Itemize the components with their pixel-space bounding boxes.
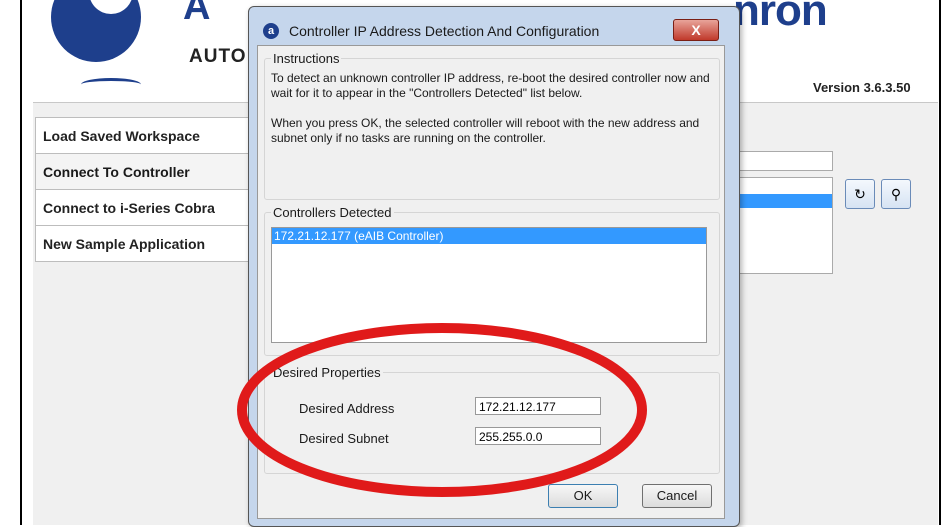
refresh-button[interactable]: ↻ bbox=[845, 179, 875, 209]
instructions-title: Instructions bbox=[271, 51, 342, 66]
instructions-text: To detect an unknown controller IP addre… bbox=[271, 71, 719, 146]
desired-subnet-label: Desired Subnet bbox=[299, 431, 389, 446]
brand-subtitle: AUTO bbox=[189, 46, 247, 67]
sidebar-item-load-workspace[interactable]: Load Saved Workspace bbox=[35, 117, 251, 154]
sidebar-item-connect-controller[interactable]: Connect To Controller bbox=[35, 153, 251, 190]
controllers-detected-group: Controllers Detected 172.21.12.177 (eAIB… bbox=[264, 205, 720, 356]
ip-config-dialog: a Controller IP Address Detection And Co… bbox=[248, 6, 740, 527]
instructions-line-1: To detect an unknown controller IP addre… bbox=[271, 71, 710, 100]
dialog-title: Controller IP Address Detection And Conf… bbox=[289, 23, 600, 39]
brand-text-left: A bbox=[183, 0, 211, 28]
brand-text-right: nron bbox=[733, 0, 828, 35]
connection-panel: ↻ ⚲ bbox=[723, 117, 933, 274]
sidebar: Load Saved Workspace Connect To Controll… bbox=[35, 117, 251, 262]
sidebar-item-label: Connect to i-Series Cobra bbox=[43, 200, 215, 216]
sidebar-item-label: Connect To Controller bbox=[43, 164, 190, 180]
sidebar-item-new-sample[interactable]: New Sample Application bbox=[35, 225, 251, 262]
sidebar-item-connect-iseries[interactable]: Connect to i-Series Cobra bbox=[35, 189, 251, 226]
desired-properties-title: Desired Properties bbox=[271, 365, 383, 380]
sidebar-item-label: Load Saved Workspace bbox=[43, 128, 200, 144]
cancel-button[interactable]: Cancel bbox=[642, 484, 712, 508]
dialog-titlebar[interactable]: a Controller IP Address Detection And Co… bbox=[257, 13, 727, 41]
address-input[interactable] bbox=[731, 151, 833, 171]
app-window: A AUTO nron Version 3.6.3.50 Load Saved … bbox=[0, 0, 941, 527]
desired-subnet-field[interactable]: 255.255.0.0 bbox=[475, 427, 601, 445]
instructions-line-2: When you press OK, the selected controll… bbox=[271, 116, 700, 145]
refresh-icon: ↻ bbox=[854, 186, 866, 202]
version-label: Version 3.6.3.50 bbox=[813, 80, 911, 95]
desired-address-label: Desired Address bbox=[299, 401, 395, 416]
desired-address-field[interactable]: 172.21.12.177 bbox=[475, 397, 601, 415]
logo-swoosh bbox=[81, 78, 141, 91]
left-border bbox=[20, 0, 22, 525]
desired-properties-group: Desired Properties Desired Address 172.2… bbox=[264, 365, 720, 474]
search-button[interactable]: ⚲ bbox=[881, 179, 911, 209]
search-icon: ⚲ bbox=[890, 186, 902, 202]
app-icon: a bbox=[263, 23, 279, 39]
sidebar-item-label: New Sample Application bbox=[43, 236, 206, 252]
controllers-list[interactable]: 172.21.12.177 (eAIB Controller) bbox=[271, 227, 707, 343]
ok-button[interactable]: OK bbox=[548, 484, 618, 508]
dialog-body: Instructions To detect an unknown contro… bbox=[257, 45, 725, 519]
selected-row[interactable] bbox=[732, 194, 832, 208]
close-button[interactable]: X bbox=[673, 19, 719, 41]
instructions-group: Instructions To detect an unknown contro… bbox=[264, 51, 720, 200]
controller-list[interactable] bbox=[731, 177, 833, 274]
controllers-detected-title: Controllers Detected bbox=[271, 205, 394, 220]
list-item[interactable]: 172.21.12.177 (eAIB Controller) bbox=[272, 228, 706, 244]
logo-icon bbox=[51, 0, 141, 62]
